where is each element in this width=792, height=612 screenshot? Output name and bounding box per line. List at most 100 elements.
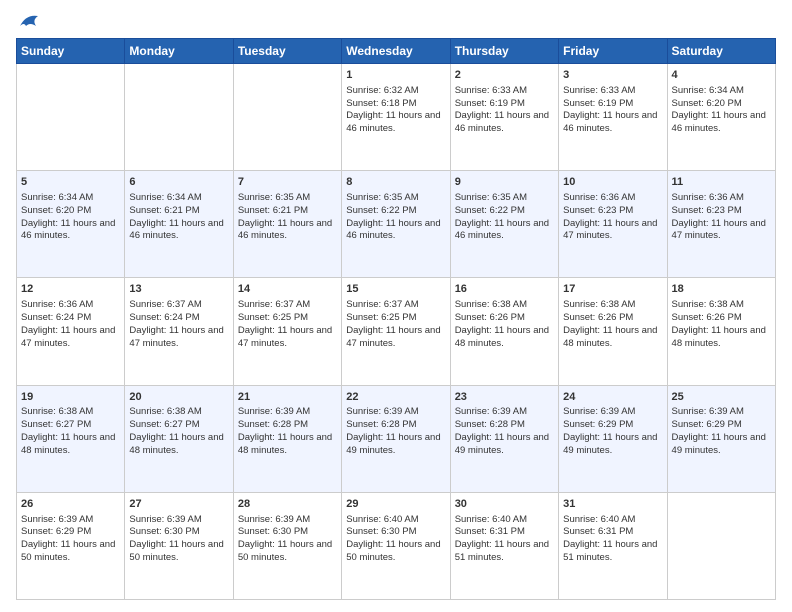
day-info: Sunrise: 6:33 AM	[563, 85, 662, 98]
day-info: Daylight: 11 hours and 48 minutes.	[21, 432, 120, 458]
day-info: Sunset: 6:21 PM	[238, 205, 337, 218]
day-number: 14	[238, 282, 337, 297]
calendar-cell: 24Sunrise: 6:39 AMSunset: 6:29 PMDayligh…	[559, 385, 667, 492]
day-number: 4	[672, 68, 771, 83]
day-info: Daylight: 11 hours and 46 minutes.	[346, 110, 445, 136]
day-info: Sunrise: 6:37 AM	[238, 299, 337, 312]
day-info: Sunrise: 6:33 AM	[455, 85, 554, 98]
calendar-cell: 28 Sunrise: 6:39 AMSunset: 6:30 PMDayligh…	[233, 492, 341, 599]
calendar-header-tuesday: Tuesday	[233, 39, 341, 64]
day-number: 21	[238, 390, 337, 405]
calendar-header-row: SundayMondayTuesdayWednesdayThursdayFrid…	[17, 39, 776, 64]
calendar-cell: 10Sunrise: 6:36 AMSunset: 6:23 PMDayligh…	[559, 171, 667, 278]
calendar-week-2: 5Sunrise: 6:34 AMSunset: 6:20 PMDaylight…	[17, 171, 776, 278]
day-info: Sunrise: 6:37 AM	[346, 299, 445, 312]
day-info: Sunset: 6:19 PM	[563, 98, 662, 111]
calendar-cell: 7Sunrise: 6:35 AMSunset: 6:21 PMDaylight…	[233, 171, 341, 278]
calendar-table: SundayMondayTuesdayWednesdayThursdayFrid…	[16, 38, 776, 600]
calendar-header-monday: Monday	[125, 39, 233, 64]
day-number: 17	[563, 282, 662, 297]
calendar-cell: 9Sunrise: 6:35 AMSunset: 6:22 PMDaylight…	[450, 171, 558, 278]
day-number: 3	[563, 68, 662, 83]
calendar-week-3: 12Sunrise: 6:36 AMSunset: 6:24 PMDayligh…	[17, 278, 776, 385]
calendar-cell: 8 Sunrise: 6:35 AMSunset: 6:22 PMDaylight…	[342, 171, 450, 278]
day-info: Sunset: 6:31 PM	[455, 526, 554, 539]
day-info: Sunset: 6:26 PM	[563, 312, 662, 325]
day-info: Daylight: 11 hours and 50 minutes.	[129, 539, 228, 565]
day-info: Daylight: 11 hours and 50 minutes.	[346, 539, 445, 565]
calendar-header-wednesday: Wednesday	[342, 39, 450, 64]
day-info: Sunset: 6:19 PM	[455, 98, 554, 111]
calendar-header-saturday: Saturday	[667, 39, 775, 64]
calendar-header-thursday: Thursday	[450, 39, 558, 64]
day-info: Daylight: 11 hours and 51 minutes.	[455, 539, 554, 565]
day-info: Sunrise: 6:39 AM	[238, 514, 337, 527]
day-info: Daylight: 11 hours and 49 minutes.	[672, 432, 771, 458]
day-info: Sunset: 6:25 PM	[238, 312, 337, 325]
day-info: Sunset: 6:20 PM	[21, 205, 120, 218]
day-number: 9	[455, 175, 554, 190]
day-number: 1	[346, 68, 445, 83]
day-info: Sunrise: 6:34 AM	[672, 85, 771, 98]
day-info: Daylight: 11 hours and 46 minutes.	[455, 218, 554, 244]
day-info: Sunrise: 6:39 AM	[21, 514, 120, 527]
day-info: Sunset: 6:28 PM	[455, 419, 554, 432]
day-info: Daylight: 11 hours and 49 minutes.	[346, 432, 445, 458]
day-info: Daylight: 11 hours and 47 minutes.	[346, 325, 445, 351]
day-number: 24	[563, 390, 662, 405]
day-number: 28	[238, 497, 337, 512]
day-info: Daylight: 11 hours and 50 minutes.	[21, 539, 120, 565]
day-info: Daylight: 11 hours and 46 minutes.	[129, 218, 228, 244]
day-number: 8	[346, 175, 445, 190]
logo	[16, 12, 40, 30]
day-info: Sunset: 6:22 PM	[346, 205, 445, 218]
day-info: Sunset: 6:24 PM	[21, 312, 120, 325]
calendar-cell: 4Sunrise: 6:34 AMSunset: 6:20 PMDaylight…	[667, 64, 775, 171]
calendar-cell	[667, 492, 775, 599]
calendar-cell: 29 Sunrise: 6:40 AMSunset: 6:30 PMDayligh…	[342, 492, 450, 599]
day-info: Daylight: 11 hours and 46 minutes.	[346, 218, 445, 244]
day-info: Sunset: 6:18 PM	[346, 98, 445, 111]
day-info: Daylight: 11 hours and 46 minutes.	[238, 218, 337, 244]
day-number: 29	[346, 497, 445, 512]
day-info: Sunset: 6:30 PM	[238, 526, 337, 539]
day-number: 15	[346, 282, 445, 297]
calendar-cell: 5Sunrise: 6:34 AMSunset: 6:20 PMDaylight…	[17, 171, 125, 278]
day-info: Sunrise: 6:40 AM	[346, 514, 445, 527]
day-info: Sunset: 6:24 PM	[129, 312, 228, 325]
day-info: Sunset: 6:22 PM	[455, 205, 554, 218]
day-info: Sunrise: 6:40 AM	[563, 514, 662, 527]
day-info: Sunrise: 6:40 AM	[455, 514, 554, 527]
day-info: Daylight: 11 hours and 50 minutes.	[238, 539, 337, 565]
calendar-cell: 21Sunrise: 6:39 AMSunset: 6:28 PMDayligh…	[233, 385, 341, 492]
day-number: 6	[129, 175, 228, 190]
day-number: 7	[238, 175, 337, 190]
day-info: Sunrise: 6:34 AM	[21, 192, 120, 205]
day-info: Sunset: 6:27 PM	[21, 419, 120, 432]
day-number: 22	[346, 390, 445, 405]
day-info: Daylight: 11 hours and 46 minutes.	[563, 110, 662, 136]
day-info: Daylight: 11 hours and 49 minutes.	[455, 432, 554, 458]
day-number: 13	[129, 282, 228, 297]
day-info: Sunset: 6:28 PM	[238, 419, 337, 432]
day-info: Sunset: 6:30 PM	[129, 526, 228, 539]
day-info: Sunrise: 6:39 AM	[238, 406, 337, 419]
day-info: Sunset: 6:30 PM	[346, 526, 445, 539]
day-info: Sunrise: 6:39 AM	[563, 406, 662, 419]
day-info: Sunrise: 6:38 AM	[563, 299, 662, 312]
day-number: 27	[129, 497, 228, 512]
calendar-cell: 22Sunrise: 6:39 AMSunset: 6:28 PMDayligh…	[342, 385, 450, 492]
calendar-cell: 23Sunrise: 6:39 AMSunset: 6:28 PMDayligh…	[450, 385, 558, 492]
day-info: Sunrise: 6:35 AM	[346, 192, 445, 205]
day-info: Sunrise: 6:38 AM	[672, 299, 771, 312]
day-info: Daylight: 11 hours and 48 minutes.	[238, 432, 337, 458]
calendar-cell	[125, 64, 233, 171]
day-number: 25	[672, 390, 771, 405]
day-info: Sunset: 6:26 PM	[672, 312, 771, 325]
day-info: Sunrise: 6:37 AM	[129, 299, 228, 312]
calendar-cell: 12Sunrise: 6:36 AMSunset: 6:24 PMDayligh…	[17, 278, 125, 385]
day-info: Sunrise: 6:39 AM	[346, 406, 445, 419]
day-info: Daylight: 11 hours and 48 minutes.	[563, 325, 662, 351]
calendar-cell	[233, 64, 341, 171]
day-number: 31	[563, 497, 662, 512]
